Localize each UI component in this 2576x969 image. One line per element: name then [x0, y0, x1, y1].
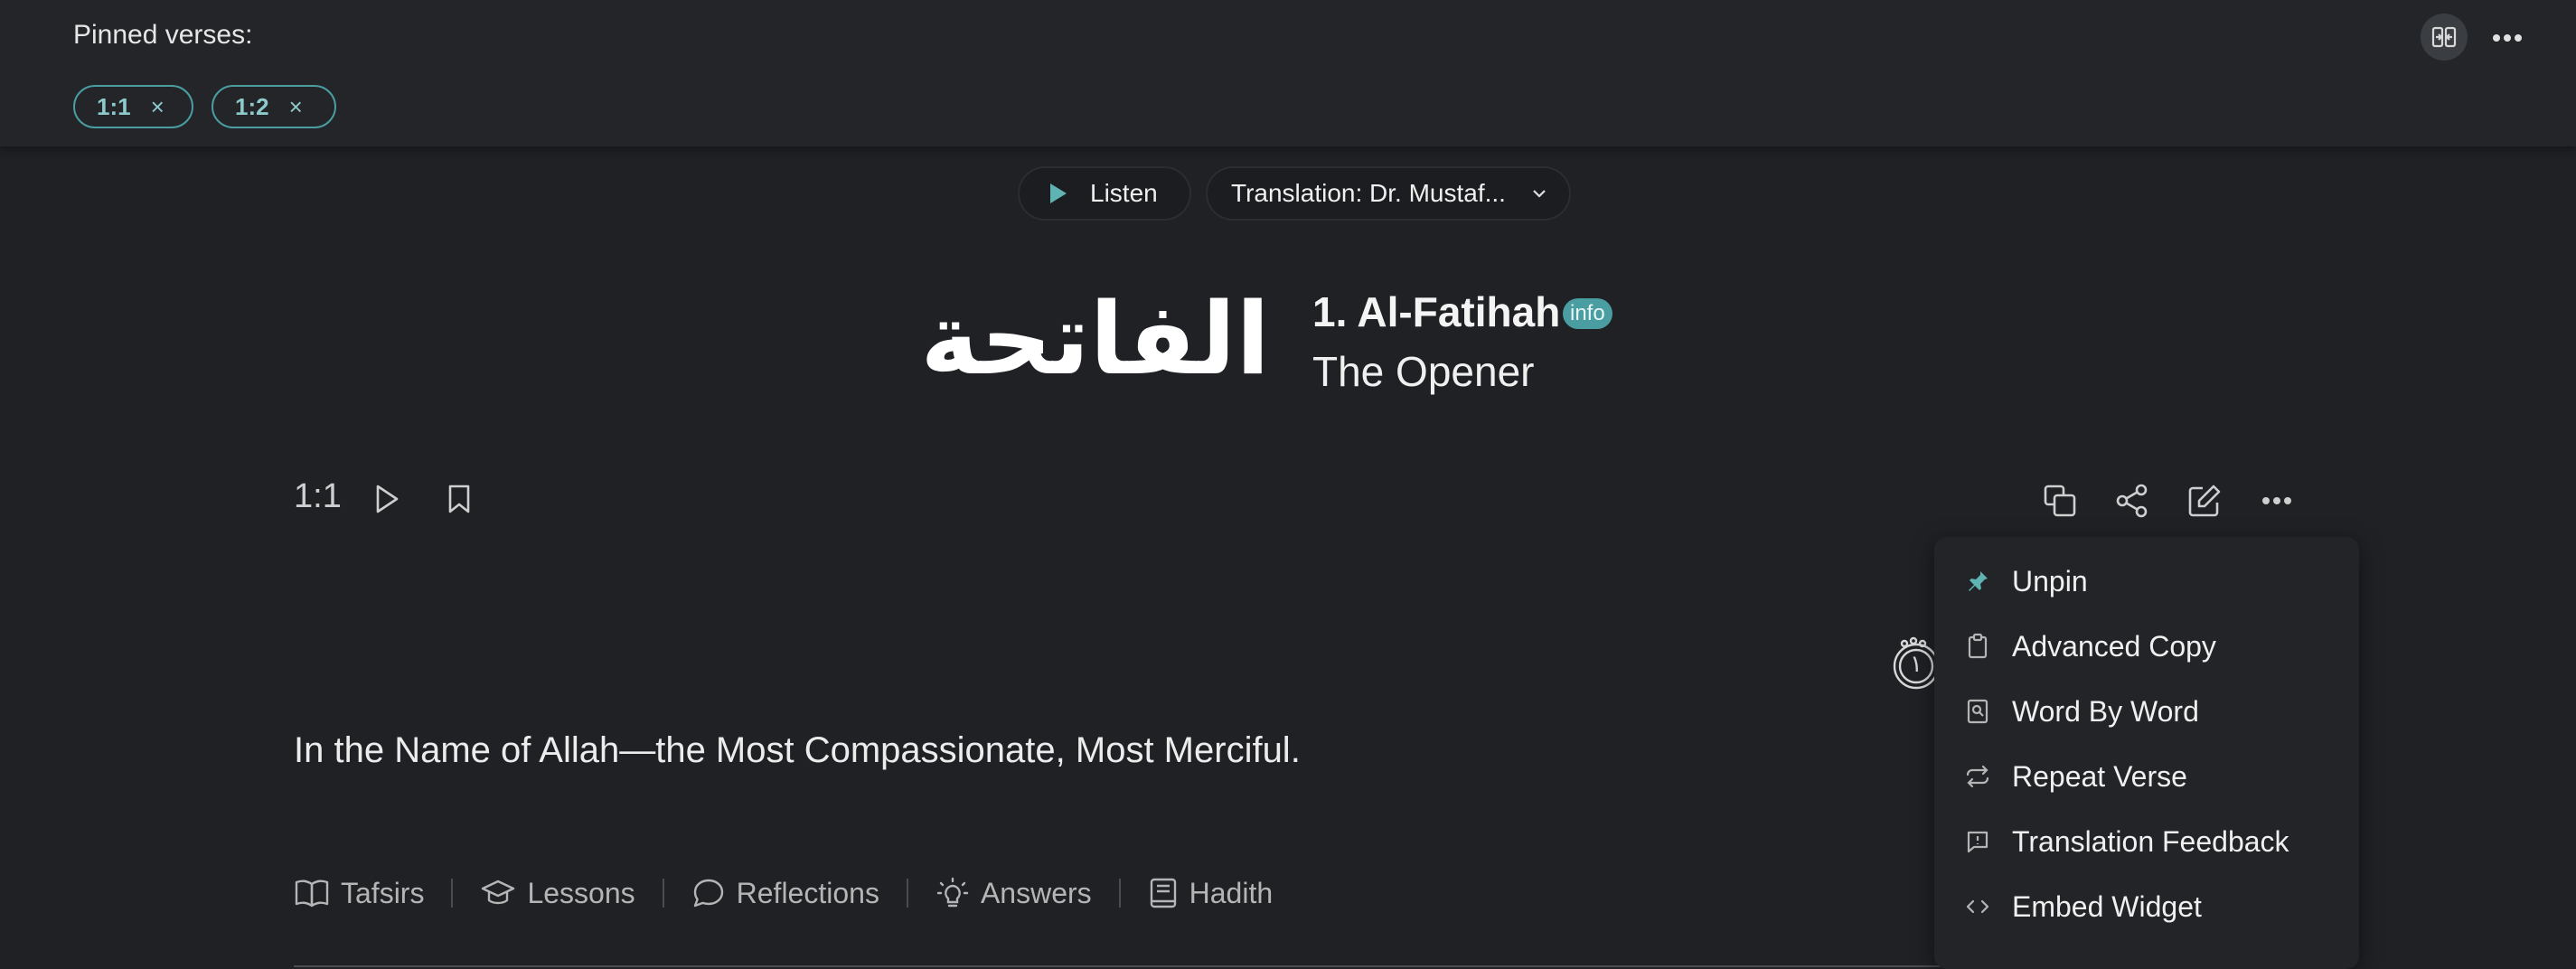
listen-button[interactable]: Listen: [1020, 168, 1189, 219]
verse-key[interactable]: 1:1: [294, 477, 342, 516]
lightbulb-icon: [936, 877, 969, 908]
edit-icon: [2188, 484, 2221, 517]
clipboard-icon: [1961, 630, 1994, 663]
menu-item-translation-feedback[interactable]: Translation Feedback: [1934, 814, 2359, 870]
surah-subtitle: The Opener: [1312, 348, 1535, 395]
bookmark-button[interactable]: [441, 481, 477, 517]
feedback-icon: [1961, 825, 1994, 858]
divider: [1118, 879, 1121, 908]
pinned-chip-1-1[interactable]: 1:1 ×: [73, 85, 193, 128]
more-horizontal-icon: [2493, 34, 2522, 42]
close-icon[interactable]: ×: [289, 93, 303, 121]
surah-info-badge[interactable]: info: [1563, 298, 1612, 329]
close-icon[interactable]: ×: [151, 93, 165, 121]
tab-answers[interactable]: Answers: [935, 876, 1092, 910]
code-icon: [1961, 890, 1994, 923]
copy-icon: [2044, 484, 2076, 517]
menu-item-advanced-copy[interactable]: Advanced Copy: [1934, 618, 2359, 674]
surah-calligraphy: الفاتحة: [920, 281, 1270, 397]
tab-label: Reflections: [736, 876, 879, 909]
play-verse-button[interactable]: [369, 481, 405, 517]
menu-item-word-by-word[interactable]: Word By Word: [1934, 683, 2359, 739]
edit-note-button[interactable]: [2185, 481, 2224, 521]
surah-title: 1. Al-Fatihah: [1312, 288, 1561, 335]
copy-button[interactable]: [2040, 481, 2080, 521]
verse-translation: In the Name of Allah—the Most Compassion…: [294, 730, 1301, 770]
more-horizontal-icon: [2262, 497, 2291, 504]
repeat-icon: [1961, 760, 1994, 793]
menu-item-unpin[interactable]: Unpin: [1934, 553, 2359, 609]
tab-hadith[interactable]: Hadith: [1148, 876, 1274, 910]
tab-label: Answers: [980, 876, 1092, 909]
share-button[interactable]: [2112, 481, 2152, 521]
divider: [662, 879, 664, 908]
menu-item-embed-widget[interactable]: Embed Widget: [1934, 879, 2359, 935]
pinned-chip-label: 1:1: [97, 92, 131, 120]
share-icon: [2116, 484, 2148, 518]
verse-footer-tabs: Tafsirs Lessons Reflections Answers Hadi…: [294, 870, 1273, 916]
verse-actions-menu: Unpin Advanced Copy Word By Word Repeat …: [1934, 537, 2359, 969]
chat-bubble-icon: [693, 879, 723, 908]
book-open-icon: [295, 880, 329, 908]
pinned-chip-label: 1:2: [235, 92, 269, 120]
chevron-down-icon: [1533, 190, 1546, 198]
play-outline-icon: [376, 484, 399, 513]
pinned-chip-1-2[interactable]: 1:2 ×: [212, 85, 336, 128]
play-icon: [1050, 183, 1067, 203]
tab-label: Hadith: [1189, 876, 1274, 909]
tab-label: Lessons: [527, 876, 635, 909]
divider: [451, 879, 454, 908]
tab-tafsirs[interactable]: Tafsirs: [294, 877, 424, 910]
book-icon: [1150, 878, 1176, 908]
verse-more-button[interactable]: [2257, 481, 2297, 521]
word-by-word-icon: [1961, 695, 1994, 728]
pinned-verses-label: Pinned verses:: [73, 20, 253, 50]
listen-label: Listen: [1090, 179, 1158, 207]
divider: [906, 879, 908, 908]
graduation-cap-icon: [482, 880, 515, 905]
translation-label: Translation: Dr. Mustaf...: [1231, 179, 1506, 207]
tab-lessons[interactable]: Lessons: [480, 877, 635, 910]
pinned-verses-bar: Pinned verses: 1:1 × 1:2 ×: [0, 0, 2576, 146]
tab-reflections[interactable]: Reflections: [691, 877, 879, 910]
pin-icon: [1961, 565, 1994, 597]
compare-view-button[interactable]: [2421, 14, 2468, 61]
more-options-button[interactable]: [2487, 18, 2527, 58]
bookmark-icon: [448, 484, 470, 513]
compare-icon: [2431, 26, 2457, 48]
menu-item-repeat-verse[interactable]: Repeat Verse: [1934, 748, 2359, 804]
tab-label: Tafsirs: [341, 876, 425, 909]
translation-selector[interactable]: Translation: Dr. Mustaf...: [1208, 168, 1569, 219]
